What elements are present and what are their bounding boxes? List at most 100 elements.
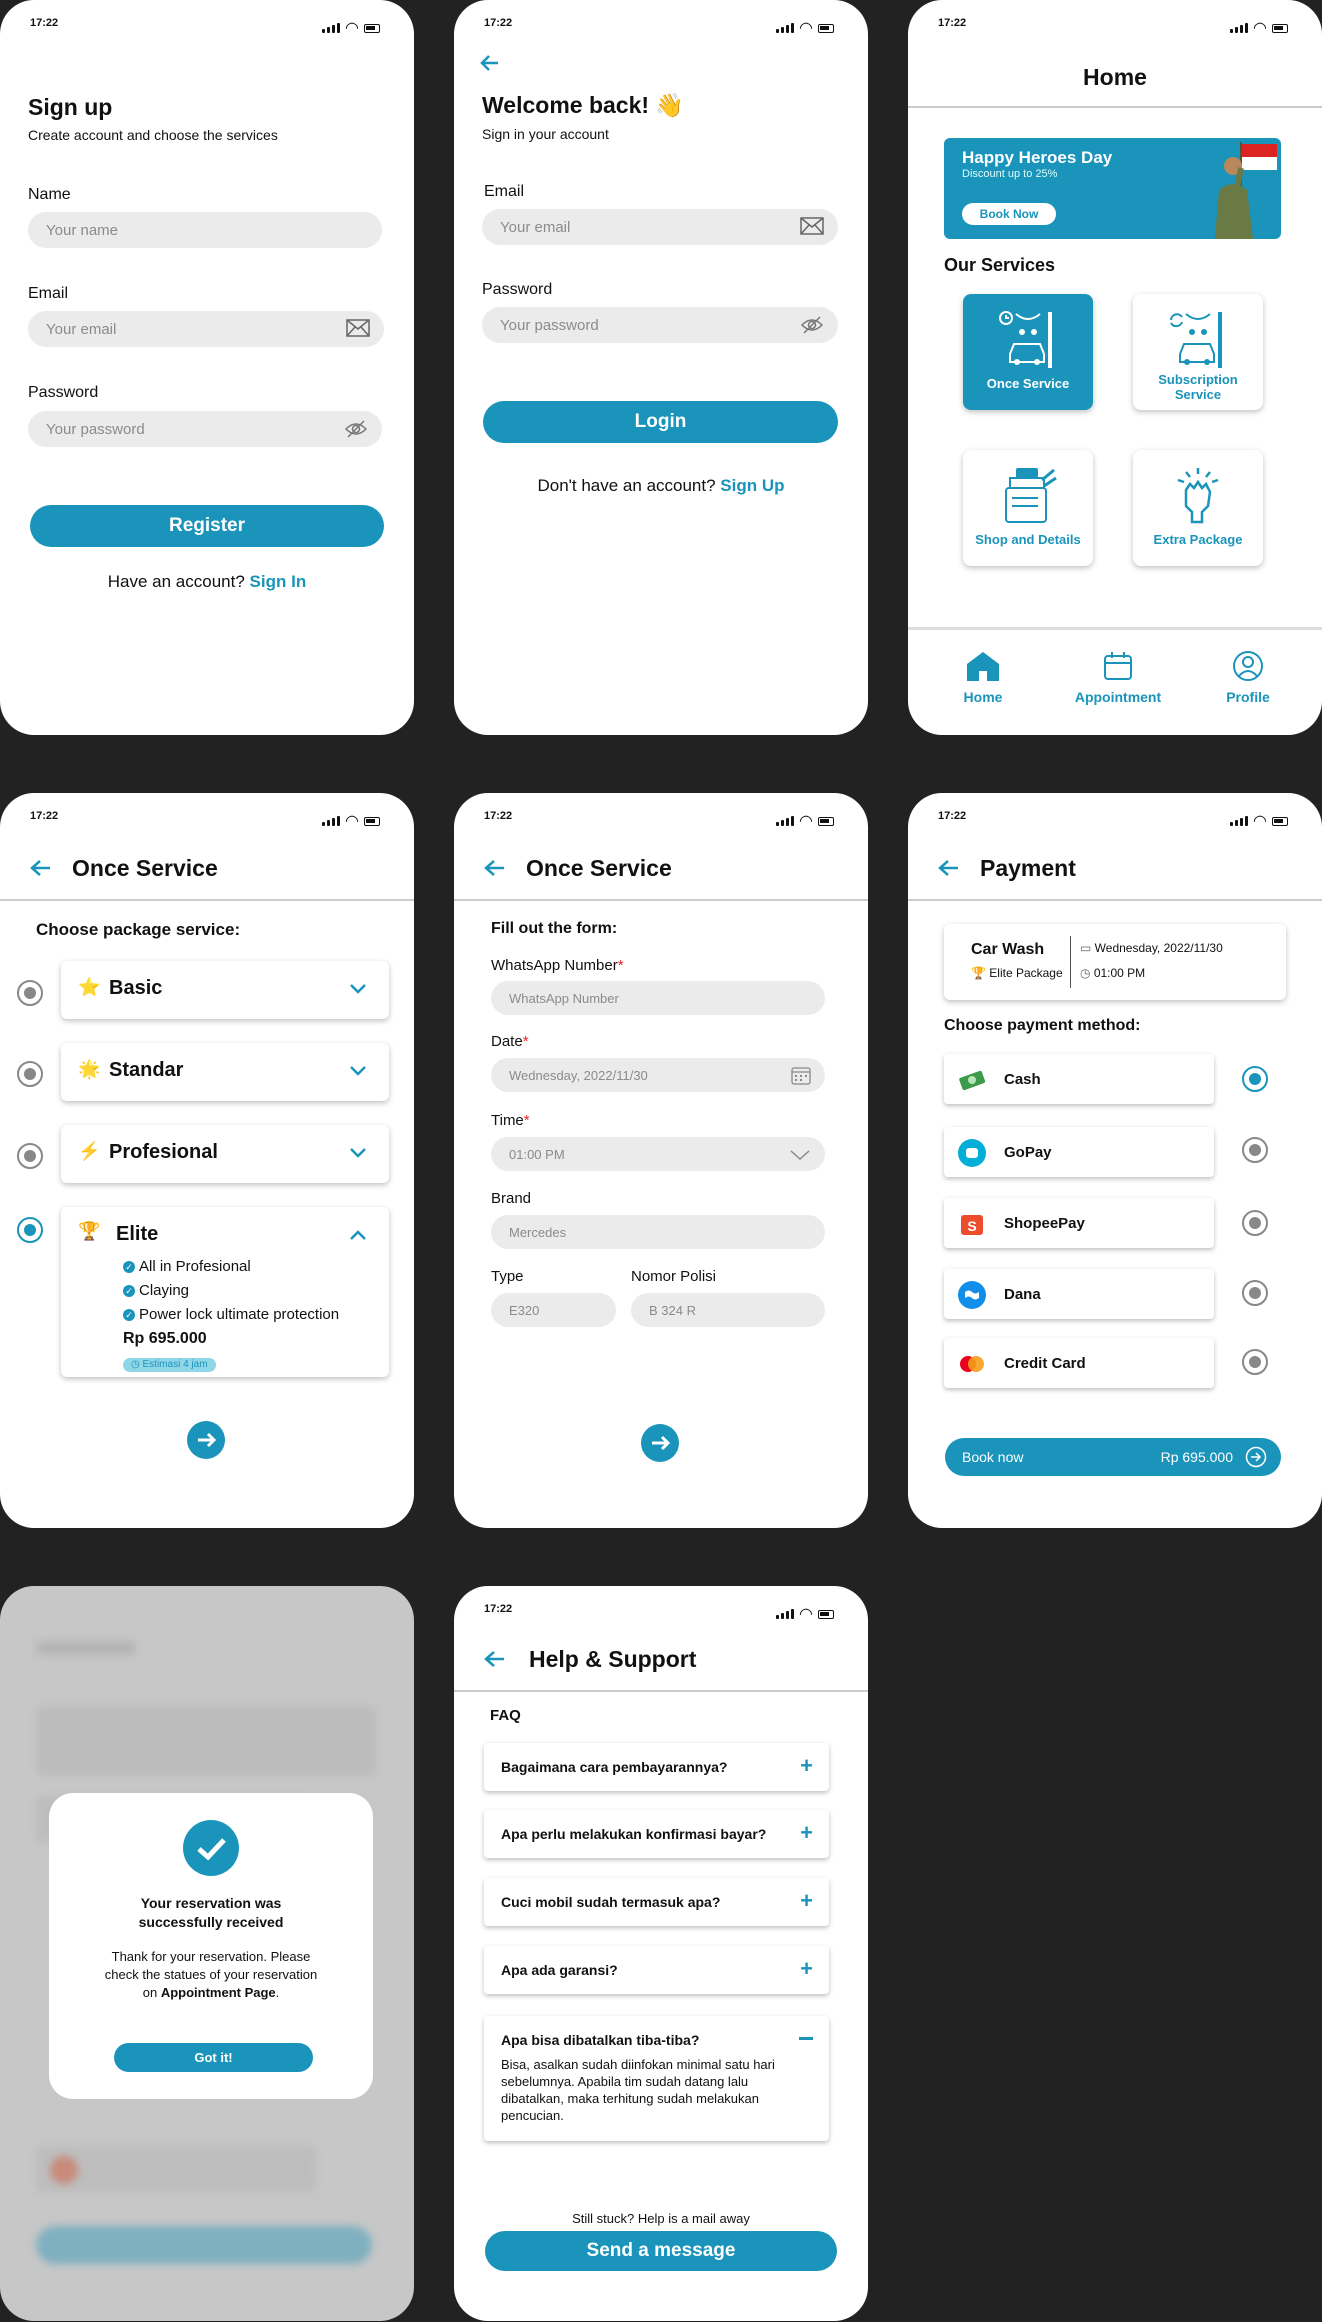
package-elite[interactable]: 🏆 Elite ✓ All in Profesional ✓ Claying ✓ Po… [61,1207,389,1377]
email-input[interactable]: Your email [28,311,384,347]
form-screen: 17:22 ◠ Once Service Fill out the form: W… [454,793,868,1528]
radio-shopeepay[interactable] [1242,1210,1268,1236]
status-bar: 17:22 ◠ [908,15,1322,37]
feature-item: ✓ Claying [123,1279,339,1303]
summary-divider [1070,936,1071,988]
radio-credit-card[interactable] [1242,1349,1268,1375]
brand-label: Brand [491,1190,532,1207]
form-heading: Fill out the form: [491,920,618,937]
back-arrow-icon[interactable] [480,54,500,72]
faq-item[interactable]: Bagaimana cara pembayarannya? + [484,1743,829,1791]
package-standar[interactable]: 🌟 Standar [61,1043,389,1101]
package-profesional[interactable]: ⚡ Profesional [61,1125,389,1183]
nav-home[interactable]: Home [948,650,1018,705]
trophy-icon: 🏆 [78,1221,101,1241]
required-marker: * [522,1033,529,1050]
plus-icon: + [800,1753,813,1778]
time-label: Time* [491,1112,530,1129]
faq-item[interactable]: Cuci mobil sudah termasuk apa? + [484,1878,829,1926]
eye-off-icon[interactable] [800,315,824,335]
package-name: Elite [116,1223,159,1245]
hero-flag-illustration [1215,142,1277,239]
service-extra[interactable]: Extra Package [1133,450,1263,566]
next-button[interactable] [641,1424,679,1462]
service-subscription[interactable]: Subscription Service [1133,294,1263,410]
package-label: 🏆 Elite Package [971,966,1063,980]
chevron-down-icon [790,1150,810,1161]
whatsapp-input[interactable]: WhatsApp Number [491,981,825,1015]
clock-icon: ◷ [131,1359,143,1370]
chevron-down-icon[interactable] [349,1065,367,1077]
sign-up-link[interactable]: Sign Up [720,476,784,495]
got-it-button[interactable]: Got it! [114,2043,313,2072]
service-shop[interactable]: Shop and Details [963,450,1093,566]
faq-item[interactable]: Apa perlu melakukan konfirmasi bayar? + [484,1810,829,1858]
back-arrow-icon[interactable] [938,859,960,877]
dana-icon [958,1281,986,1309]
faq-answer: Bisa, asalkan sudah diinfokan minimal sa… [501,2057,775,2123]
chevron-down-icon[interactable] [349,1147,367,1159]
radio-cash[interactable] [1242,1066,1268,1092]
payment-shopeepay[interactable]: S ShopeePay [944,1198,1214,1248]
radio-dana[interactable] [1242,1280,1268,1306]
promo-banner[interactable]: Happy Heroes Day Discount up to 25% Book… [944,138,1281,239]
name-input[interactable]: Your name [28,212,382,248]
total-price: Rp 695.000 [1160,1449,1233,1465]
car-wash-timer-icon [999,311,1052,368]
calendar-icon[interactable] [791,1065,811,1085]
payment-gopay[interactable]: GoPay [944,1127,1214,1177]
radio-basic[interactable] [17,980,43,1006]
banner-book-button[interactable]: Book Now [962,203,1056,225]
next-button[interactable] [187,1421,225,1459]
password-input[interactable]: Your password [482,307,838,343]
chevron-up-icon[interactable] [349,1229,367,1241]
nav-appointment[interactable]: Appointment [1063,650,1173,705]
email-label: Email [484,183,525,200]
signin-prompt: Have an account? Sign In [107,572,307,591]
radio-standar[interactable] [17,1061,43,1087]
send-message-button[interactable]: Send a message [485,2231,837,2271]
type-input[interactable]: E320 [491,1293,616,1327]
radio-profesional[interactable] [17,1143,43,1169]
payment-cash[interactable]: Cash [944,1054,1214,1104]
wifi-icon: ◠ [1253,20,1267,37]
success-screen: Your reservation was successfully receiv… [0,1586,414,2321]
password-input[interactable]: Your password [28,411,382,447]
name-label: Name [28,186,71,203]
radio-gopay[interactable] [1242,1137,1268,1163]
time-select[interactable]: 01:00 PM [491,1137,825,1171]
payment-dana[interactable]: Dana [944,1269,1214,1319]
radio-elite[interactable] [17,1217,43,1243]
sign-in-link[interactable]: Sign In [250,572,307,591]
back-arrow-icon[interactable] [30,859,52,877]
service-label: Shop and Details [975,532,1081,547]
brand-input[interactable]: Mercedes [491,1215,825,1249]
plate-input[interactable]: B 324 R [631,1293,825,1327]
login-button[interactable]: Login [483,401,838,443]
chevron-down-icon[interactable] [349,983,367,995]
check-circle-icon [183,1820,239,1876]
email-input[interactable]: Your email [482,209,838,245]
star-icon: ⭐ [78,977,101,997]
register-button[interactable]: Register [30,505,384,547]
date-input[interactable]: Wednesday, 2022/11/30 [491,1058,825,1092]
gopay-icon [958,1139,986,1167]
estimate-badge: ◷ Estimasi 4 jam [123,1358,216,1372]
faq-item[interactable]: Apa ada garansi? + [484,1946,829,1994]
type-label: Type [491,1268,524,1285]
faq-item-expanded[interactable]: Apa bisa dibatalkan tiba-tiba? Bisa, asa… [484,2016,829,2141]
page-title: Once Service [72,855,218,881]
back-arrow-icon[interactable] [484,859,506,877]
page-title: Payment [980,855,1076,881]
book-now-button[interactable]: Book now Rp 695.000 [945,1438,1281,1476]
package-basic[interactable]: ⭐ Basic [61,961,389,1019]
nav-label: Home [963,689,1003,705]
payment-credit-card[interactable]: Credit Card [944,1338,1214,1388]
service-once[interactable]: Once Service [963,294,1093,410]
eye-off-icon[interactable] [344,419,368,439]
status-bar: 17:22 ◠ [454,15,868,37]
plus-icon: + [800,1956,813,1981]
nav-profile[interactable]: Profile [1208,650,1288,705]
back-arrow-icon[interactable] [484,1650,506,1668]
banner-title: Happy Heroes Day [962,148,1113,167]
